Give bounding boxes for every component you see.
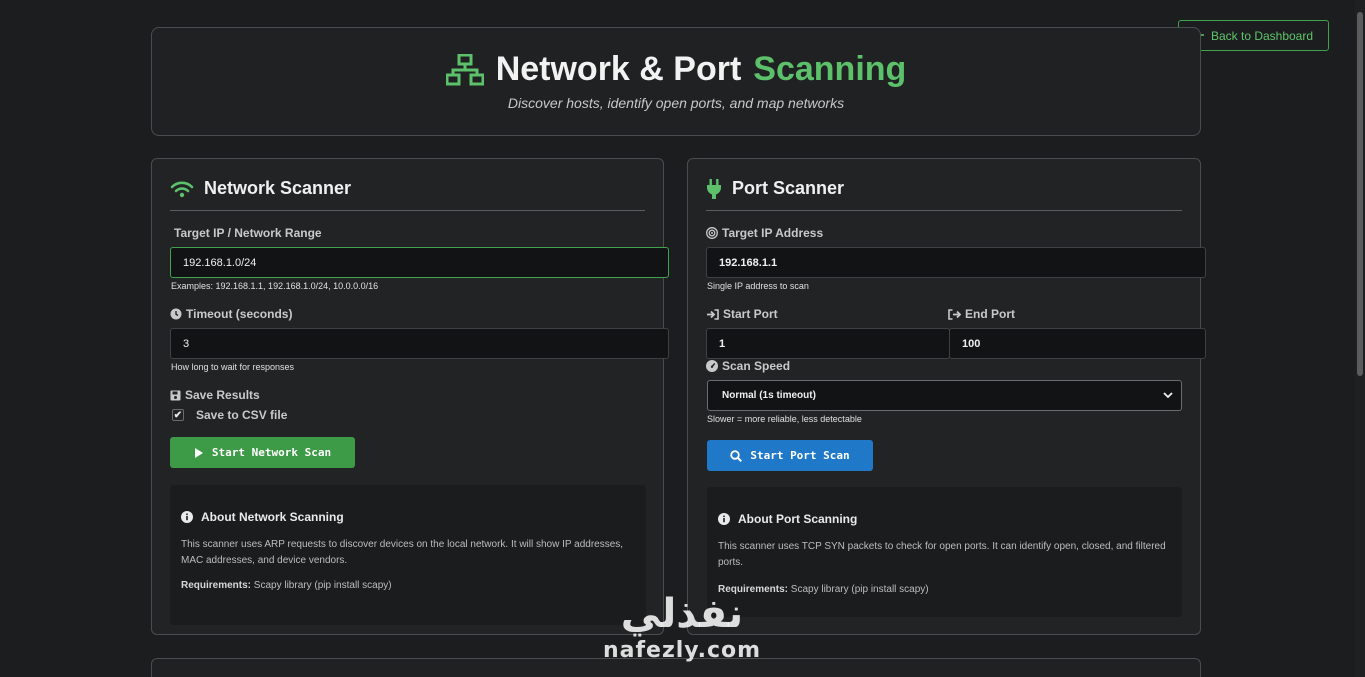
- back-to-dashboard-label: Back to Dashboard: [1210, 28, 1314, 43]
- network-requirements: Requirements: Scapy library (pip install…: [181, 580, 392, 591]
- scan-speed-selected: Normal (1s timeout): [722, 390, 816, 401]
- about-port-scanning-title-text: About Port Scanning: [738, 512, 858, 526]
- watermark-logo: نفذلي nafezly.com: [597, 590, 767, 663]
- watermark-arabic: نفذلي: [620, 591, 744, 637]
- target-ip-label: Target IP Address: [706, 226, 823, 240]
- start-port-scan-button[interactable]: Start Port Scan: [707, 440, 873, 471]
- scan-speed-hint: Slower = more reliable, less detectable: [707, 414, 862, 424]
- checkmark-icon[interactable]: ✔: [172, 409, 184, 421]
- scrollbar-thumb[interactable]: [1357, 12, 1363, 376]
- target-range-input[interactable]: 192.168.1.0/24: [170, 247, 669, 278]
- scan-speed-label-text: Scan Speed: [722, 359, 791, 373]
- sign-out-icon: [948, 308, 961, 320]
- about-network-scanning-title: About Network Scanning: [181, 510, 344, 524]
- start-port-input[interactable]: 1: [706, 328, 950, 359]
- timeout-label: Timeout (seconds): [170, 307, 292, 321]
- plug-icon: [706, 178, 722, 199]
- info-icon: [181, 511, 193, 523]
- end-port-input[interactable]: 100: [949, 328, 1206, 359]
- page-title-accent: Scanning: [753, 50, 907, 88]
- page-title: Network & Port Scanning: [152, 50, 1200, 89]
- info-icon: [718, 513, 730, 525]
- page-title-main: Network & Port: [495, 50, 742, 88]
- watermark-latin: nafezly.com: [602, 638, 762, 663]
- target-ip-hint: Single IP address to scan: [707, 281, 809, 291]
- port-scanner-title-text: Port Scanner: [732, 178, 845, 198]
- search-icon: [730, 449, 743, 462]
- page-subtitle: Discover hosts, identify open ports, and…: [507, 95, 845, 111]
- target-range-hint: Examples: 192.168.1.1, 192.168.1.0/24, 1…: [171, 281, 379, 291]
- end-port-label: End Port: [948, 307, 1015, 321]
- target-ip-label-text: Target IP Address: [722, 226, 824, 240]
- target-ip-input[interactable]: 192.168.1.1: [706, 247, 1206, 278]
- about-port-scanning-title: About Port Scanning: [718, 512, 857, 526]
- save-csv-label: Save to CSV file: [196, 408, 288, 422]
- network-icon: [445, 53, 484, 86]
- start-port-scan-label: Start Port Scan: [750, 449, 850, 462]
- play-icon: [194, 447, 204, 459]
- page-header: Network & Port Scanning Discover hosts, …: [151, 27, 1201, 136]
- end-port-label-text: End Port: [965, 307, 1015, 321]
- port-scanner-title: Port Scanner: [706, 178, 844, 199]
- port-scanner-panel: Port Scanner Target IP Address 192.168.1…: [687, 158, 1206, 635]
- about-port-scanning-box: About Port Scanning This scanner uses TC…: [707, 487, 1182, 617]
- save-csv-checkbox[interactable]: ✔ Save to CSV file: [172, 408, 287, 422]
- sign-in-icon: [706, 308, 719, 320]
- timeout-hint: How long to wait for responses: [171, 362, 295, 372]
- start-network-scan-label: Start Network Scan: [211, 446, 332, 459]
- save-icon: [170, 390, 181, 401]
- network-scanner-title-text: Network Scanner: [204, 178, 352, 198]
- save-results-label-text: Save Results: [185, 388, 260, 402]
- chevron-down-icon: [1163, 392, 1173, 399]
- clock-icon: [170, 308, 182, 320]
- timeout-label-text: Timeout (seconds): [186, 307, 293, 321]
- about-network-scanning-title-text: About Network Scanning: [201, 510, 344, 524]
- wifi-icon: [170, 180, 194, 198]
- about-port-scanning-text: This scanner uses TCP SYN packets to che…: [718, 541, 1166, 568]
- about-network-scanning-box: About Network Scanning This scanner uses…: [170, 485, 646, 625]
- start-port-label-text: Start Port: [723, 307, 778, 321]
- start-port-label: Start Port: [706, 307, 778, 321]
- page-scrollbar[interactable]: [1355, 0, 1365, 677]
- timeout-input[interactable]: 3: [170, 328, 669, 359]
- network-scanner-title: Network Scanner: [170, 178, 351, 199]
- network-requirements-label: Requirements:: [181, 580, 252, 591]
- port-requirements-text: Scapy library (pip install scapy): [790, 584, 929, 595]
- network-scanner-panel: Network Scanner Target IP / Network Rang…: [151, 158, 669, 635]
- scan-speed-select[interactable]: Normal (1s timeout): [707, 380, 1182, 411]
- target-range-label: Target IP / Network Range: [174, 226, 322, 240]
- target-icon: [706, 227, 718, 239]
- gauge-icon: [706, 360, 718, 372]
- divider: [170, 210, 645, 211]
- start-network-scan-button[interactable]: Start Network Scan: [170, 437, 355, 468]
- scan-speed-label: Scan Speed: [706, 359, 790, 373]
- about-network-scanning-text: This scanner uses ARP requests to discov…: [181, 539, 624, 566]
- network-requirements-text: Scapy library (pip install scapy): [253, 580, 392, 591]
- divider: [706, 210, 1182, 211]
- save-results-label: Save Results: [170, 388, 260, 402]
